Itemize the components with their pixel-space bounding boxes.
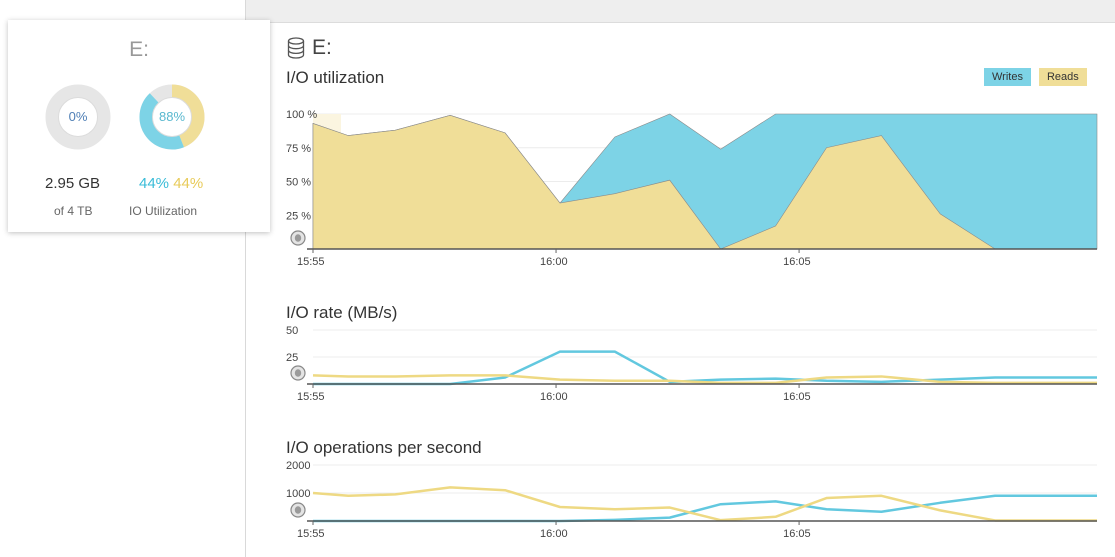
io-ops-title: I/O operations per second: [286, 438, 482, 457]
drive-detail-panel: E: Writes Reads I/O utilization 100 % 75 …: [246, 23, 1115, 557]
drive-label: E:: [312, 36, 332, 59]
range-handle-icon[interactable]: [290, 365, 306, 381]
io-rate-title: I/O rate (MB/s): [286, 303, 398, 322]
io-ops-chart: 2000 1000 15:55 16:00 16:05: [246, 459, 1115, 549]
io-utilization-donut: 88%: [139, 84, 205, 150]
x-tick-label: 16:00: [540, 528, 568, 540]
legend-writes[interactable]: Writes: [984, 68, 1031, 86]
x-tick-label: 16:05: [783, 528, 811, 540]
y-tick-label: 1000: [286, 488, 310, 500]
y-tick-label: 50: [286, 325, 298, 337]
x-tick-label: 16:00: [540, 256, 568, 268]
series-line-writes: [313, 350, 1097, 386]
io-rate-chart-svg: 50 25 15:55 16:00 16:05: [286, 325, 1097, 403]
y-tick-label: 100 %: [286, 109, 317, 121]
y-tick-label: 25: [286, 352, 298, 364]
y-tick-label: 50 %: [286, 177, 311, 189]
io-writes-percent: 44%: [139, 175, 170, 192]
y-tick-label: 25 %: [286, 210, 311, 222]
drive-summary-card[interactable]: E: 0% 88% 2.95 GB of 4 TB 44% 44% IO Uti…: [8, 20, 270, 232]
drive-header: E:: [287, 36, 332, 60]
io-utilization-percent: 88%: [158, 109, 186, 124]
used-space: 2.95 GB: [45, 175, 101, 192]
top-bar: [246, 0, 1115, 23]
io-percentages: 44% 44%: [139, 175, 203, 192]
x-tick-label: 15:55: [297, 256, 325, 268]
range-handle-icon[interactable]: [290, 230, 306, 246]
io-utilization-chart: 100 % 75 % 50 % 25 % 15:55 16:00 16:05: [246, 101, 1115, 276]
series-line-reads: [312, 486, 1097, 522]
total-space: of 4 TB: [54, 204, 93, 218]
disk-usage-donut: 0%: [45, 84, 111, 150]
database-icon: [287, 37, 305, 59]
x-tick-label: 16:00: [540, 391, 568, 403]
io-ops-chart-svg: 2000 1000 15:55 16:00 16:05: [286, 460, 1097, 540]
card-title: E:: [129, 38, 149, 61]
legend-reads[interactable]: Reads: [1038, 68, 1087, 86]
x-tick-label: 15:55: [297, 391, 325, 403]
y-tick-label: 75 %: [286, 143, 311, 155]
io-reads-percent: 44%: [173, 175, 204, 192]
x-tick-label: 15:55: [297, 528, 325, 540]
io-rate-chart: 50 25 15:55 16:00 16:05: [246, 323, 1115, 413]
range-handle-icon[interactable]: [290, 502, 306, 518]
y-tick-label: 2000: [286, 460, 310, 472]
chart-legend: Writes Reads: [984, 68, 1087, 86]
x-tick-label: 16:05: [783, 391, 811, 403]
io-utilization-chart-svg: 100 % 75 % 50 % 25 % 15:55 16:00 16:05: [286, 109, 1098, 268]
disk-usage-percent: 0%: [68, 109, 88, 124]
io-utilization-title: I/O utilization: [286, 68, 385, 87]
io-utilization-label: IO Utilization: [129, 204, 198, 218]
x-tick-label: 16:05: [783, 256, 811, 268]
